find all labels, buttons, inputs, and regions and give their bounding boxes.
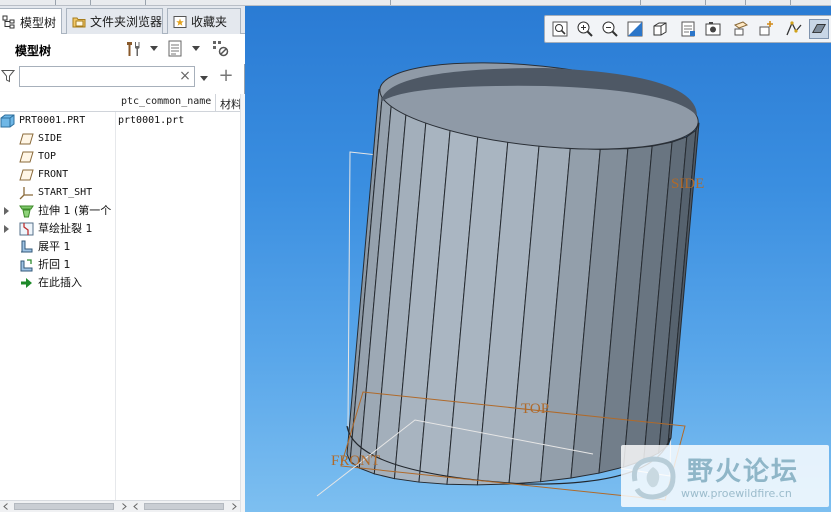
panel-title: 模型树: [15, 44, 52, 58]
coordinate-system-icon: [19, 187, 33, 200]
tree-filters-icon[interactable]: [212, 40, 230, 58]
insert-here-arrow-icon: [21, 278, 32, 288]
tree-item-label: START_SHT: [38, 187, 93, 198]
tree-item-front[interactable]: FRONT: [0, 166, 240, 184]
navigator-panel: 模型树 文件夹浏览器 收藏夹 模型树 × + ptc_common_name 材…: [0, 6, 245, 512]
part-icon: [0, 114, 15, 128]
tab-label: 文件夹浏览器: [90, 15, 163, 29]
search-row: × +: [0, 64, 245, 90]
scroll-right-icon[interactable]: [118, 501, 130, 512]
favorites-icon: [173, 15, 187, 28]
column-header-material[interactable]: 材料: [220, 96, 240, 112]
watermark-logo-icon: [631, 456, 676, 500]
watermark: 野火论坛 www.proewildfire.cn: [621, 445, 829, 507]
show-list-icon[interactable]: [167, 40, 185, 58]
scroll-right-icon[interactable]: [228, 501, 240, 512]
datum-plane-icon: [19, 151, 34, 163]
bend-back-icon: [20, 259, 33, 272]
tab-folder-browser[interactable]: 文件夹浏览器: [66, 8, 163, 34]
display-style-icon[interactable]: [703, 19, 723, 39]
tab-favorites[interactable]: 收藏夹: [167, 8, 241, 34]
tree-item-label: 在此插入: [38, 276, 82, 289]
menu-divider: [790, 0, 791, 5]
expand-arrow-icon[interactable]: [4, 225, 9, 233]
watermark-url: www.proewildfire.cn: [681, 487, 792, 500]
zoom-out-icon[interactable]: [600, 19, 620, 39]
tree-item-label: 拉伸 1 (第一个: [38, 204, 112, 217]
settings-tools-icon[interactable]: [124, 40, 142, 58]
menu-divider: [90, 0, 91, 5]
navigator-tabs: 模型树 文件夹浏览器 收藏夹: [0, 6, 245, 35]
model-tree-icon: [2, 15, 15, 29]
datum-label-front: FRONT: [331, 453, 380, 469]
filter-funnel-icon[interactable]: [1, 69, 15, 83]
search-input[interactable]: [19, 66, 195, 87]
tree-item-extrude[interactable]: 拉伸 1 (第一个: [0, 202, 240, 220]
model-scene[interactable]: SIDE TOP FRONT: [245, 6, 831, 512]
datum-label-side: SIDE: [671, 176, 704, 192]
saved-orientations-icon[interactable]: [650, 19, 670, 39]
datum-label-top: TOP: [521, 401, 549, 417]
datum-plane-icon: [19, 169, 34, 181]
menu-divider: [705, 0, 706, 5]
unbend-icon: [21, 240, 33, 253]
annotation-display-icon[interactable]: [784, 19, 804, 39]
horizontal-scrollbar[interactable]: [0, 500, 240, 512]
view-manager-icon[interactable]: [678, 19, 698, 39]
tab-model-tree[interactable]: 模型树: [0, 8, 62, 35]
tab-label: 模型树: [20, 15, 57, 30]
tree-item-bend-back[interactable]: 折回 1: [0, 256, 240, 274]
repaint-icon[interactable]: [625, 19, 645, 39]
scrollbar-thumb[interactable]: [14, 503, 114, 510]
column-header: ptc_common_name 材料: [0, 94, 240, 112]
folder-browser-icon: [72, 17, 86, 27]
column-divider[interactable]: [215, 94, 216, 112]
sketched-rip-icon: [19, 222, 34, 236]
column-header-common-name[interactable]: ptc_common_name: [121, 96, 213, 107]
chevron-down-icon[interactable]: [200, 76, 208, 81]
tree-item-label: SIDE: [38, 133, 63, 144]
menu-divider: [55, 0, 56, 5]
chevron-down-icon[interactable]: [192, 46, 200, 51]
tree-item-sketched-rip[interactable]: 草绘扯裂 1: [0, 220, 240, 238]
cylinder-facets: [346, 89, 700, 486]
zoom-in-icon[interactable]: [575, 19, 595, 39]
tree-item-label: PRT0001.PRT: [19, 115, 86, 126]
refit-icon[interactable]: [550, 19, 570, 39]
spin-center-icon[interactable]: [756, 19, 776, 39]
expand-arrow-icon[interactable]: [4, 207, 9, 215]
tree-item-label: 折回 1: [38, 258, 71, 271]
tree-item-insert-here[interactable]: 在此插入: [0, 274, 240, 292]
menu-divider: [745, 0, 746, 5]
tree-item-top[interactable]: TOP: [0, 148, 240, 166]
sheetmetal-cylinder[interactable]: [346, 49, 702, 486]
menu-divider: [640, 0, 641, 5]
tree-toolbar: 模型树: [0, 34, 245, 64]
tree-item-common-name: prt0001.prt: [118, 115, 185, 126]
menu-divider: [390, 0, 391, 5]
chevron-down-icon[interactable]: [150, 46, 158, 51]
scroll-left-icon[interactable]: [130, 501, 142, 512]
tree-item-label: 展平 1: [38, 240, 71, 253]
watermark-text: 野火论坛: [687, 457, 800, 487]
datum-plane-icon: [19, 133, 34, 145]
scroll-left-icon[interactable]: [0, 501, 12, 512]
menu-divider: [145, 0, 146, 5]
tree-item-label: 草绘扯裂 1: [38, 222, 93, 235]
extrude-icon: [19, 205, 34, 218]
view-toolbar: [544, 15, 831, 43]
shading-icon[interactable]: [809, 19, 829, 39]
tree-item-side[interactable]: SIDE: [0, 130, 240, 148]
tree-item-coordinate-system[interactable]: START_SHT: [0, 184, 240, 202]
tab-label: 收藏夹: [191, 15, 228, 29]
clear-icon[interactable]: ×: [178, 69, 192, 83]
scrollbar-thumb[interactable]: [144, 503, 224, 510]
tree-item-label: TOP: [38, 151, 57, 162]
datum-display-icon[interactable]: [731, 19, 751, 39]
tree-item-unbend[interactable]: 展平 1: [0, 238, 240, 256]
tree-item-part[interactable]: PRT0001.PRT prt0001.prt: [0, 112, 240, 130]
add-icon[interactable]: +: [218, 67, 234, 85]
graphics-viewport[interactable]: SIDE TOP FRONT 野火论坛 www.proewildfire.cn: [245, 6, 831, 512]
tree-item-label: FRONT: [38, 169, 69, 180]
